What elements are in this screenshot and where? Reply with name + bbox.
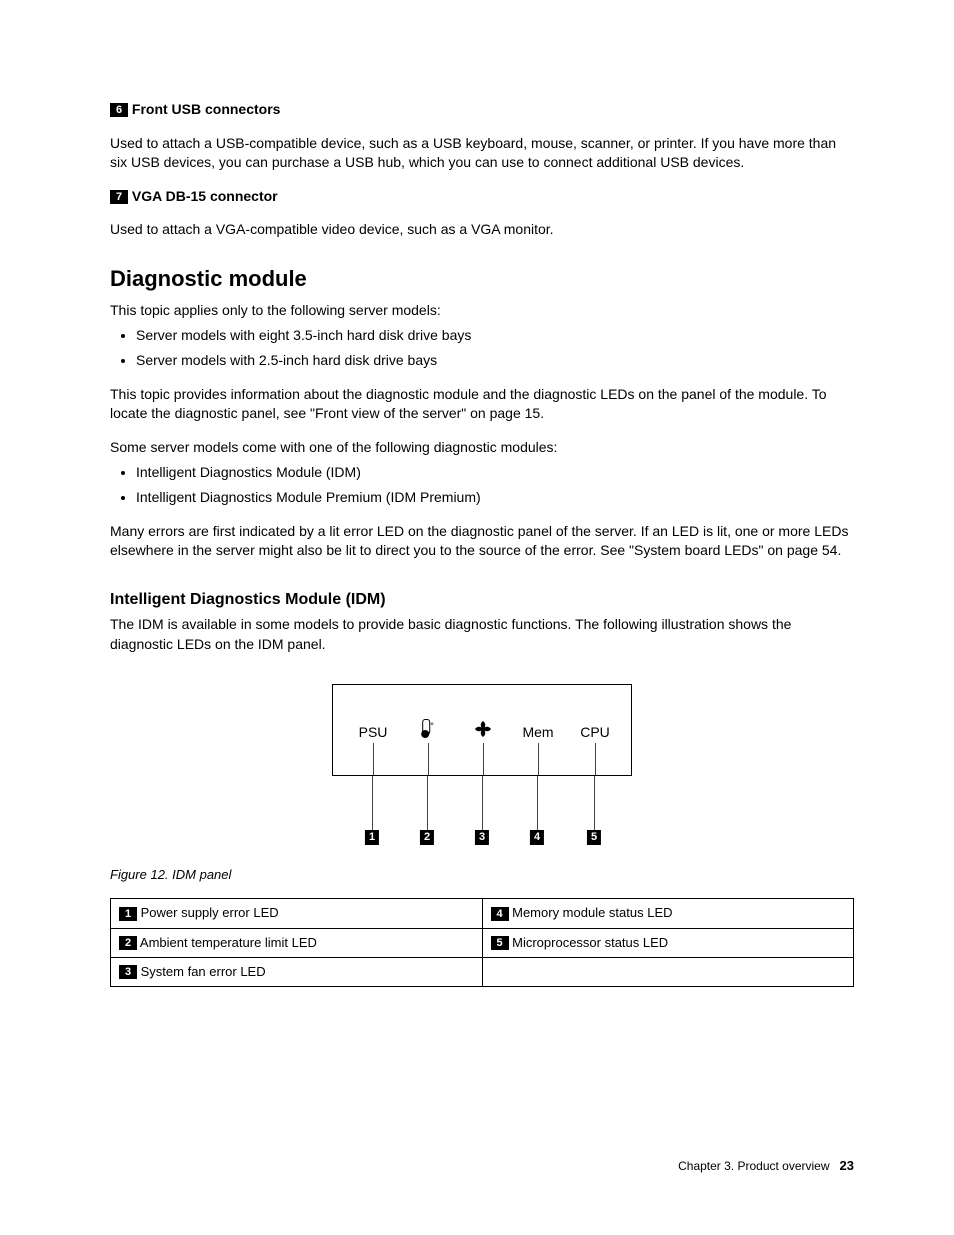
callout-number-row: 1 2 3 4 5 [332, 776, 632, 856]
callout-num-4: 4 [530, 830, 544, 845]
leader-line [538, 743, 539, 775]
idm-intro: The IDM is available in some models to p… [110, 615, 854, 654]
callout-badge: 2 [119, 936, 137, 950]
fan-icon [475, 721, 491, 743]
diag-p3: Some server models come with one of the … [110, 438, 854, 458]
callout-text: System fan error LED [141, 964, 266, 979]
diag-p4: Many errors are first indicated by a lit… [110, 522, 854, 561]
callout-badge: 4 [491, 907, 509, 921]
callout-text: Power supply error LED [141, 905, 279, 920]
callout-badge-7: 7 [110, 190, 128, 204]
leader-line [373, 743, 374, 775]
diag-intro: This topic applies only to the following… [110, 301, 854, 321]
callout-text: Memory module status LED [512, 905, 672, 920]
idm-panel-diagram: PSU ° Mem CPU 1 2 3 4 5 [332, 684, 632, 856]
callout-badge: 5 [491, 936, 509, 950]
list-item: Intelligent Diagnostics Module Premium (… [136, 488, 854, 508]
table-row: 1 Power supply error LED 4 Memory module… [111, 899, 854, 928]
footer-page-number: 23 [840, 1158, 854, 1173]
section-7-heading: 7 VGA DB-15 connector [110, 187, 854, 207]
callout-num-1: 1 [365, 830, 379, 845]
callout-table: 1 Power supply error LED 4 Memory module… [110, 898, 854, 987]
diag-modules-list: Intelligent Diagnostics Module (IDM) Int… [110, 463, 854, 507]
list-item: Server models with 2.5-inch hard disk dr… [136, 351, 854, 371]
footer-chapter: Chapter 3. Product overview [678, 1159, 829, 1173]
section-6-heading: 6 Front USB connectors [110, 100, 854, 120]
callout-num-5: 5 [587, 830, 601, 845]
document-page: 6 Front USB connectors Used to attach a … [0, 0, 954, 1235]
callout-text: Ambient temperature limit LED [140, 935, 317, 950]
idm-panel-box: PSU ° Mem CPU [332, 684, 632, 776]
callout-badge: 3 [119, 965, 137, 979]
callout-badge-6: 6 [110, 103, 128, 117]
section-6-title: Front USB connectors [132, 101, 281, 117]
diag-p2: This topic provides information about th… [110, 385, 854, 424]
callout-text: Microprocessor status LED [512, 935, 668, 950]
table-row: 3 System fan error LED [111, 957, 854, 986]
callout-badge: 1 [119, 907, 137, 921]
page-footer: Chapter 3. Product overview 23 [678, 1157, 854, 1175]
thermometer-icon: ° [422, 719, 434, 741]
panel-label-psu: PSU [359, 723, 388, 743]
table-row: 2 Ambient temperature limit LED 5 Microp… [111, 928, 854, 957]
leader-line [428, 743, 429, 775]
heading-diagnostic-module: Diagnostic module [110, 264, 854, 295]
callout-num-2: 2 [420, 830, 434, 845]
list-item: Intelligent Diagnostics Module (IDM) [136, 463, 854, 483]
panel-label-mem: Mem [522, 723, 553, 743]
figure-caption: Figure 12. IDM panel [110, 866, 854, 884]
list-item: Server models with eight 3.5-inch hard d… [136, 326, 854, 346]
section-6-body: Used to attach a USB-compatible device, … [110, 134, 854, 173]
panel-label-cpu: CPU [580, 723, 610, 743]
server-models-list: Server models with eight 3.5-inch hard d… [110, 326, 854, 370]
leader-line [483, 743, 484, 775]
leader-line [595, 743, 596, 775]
section-7-body: Used to attach a VGA-compatible video de… [110, 220, 854, 240]
heading-idm: Intelligent Diagnostics Module (IDM) [110, 589, 854, 611]
callout-num-3: 3 [475, 830, 489, 845]
section-7-title: VGA DB-15 connector [132, 188, 278, 204]
